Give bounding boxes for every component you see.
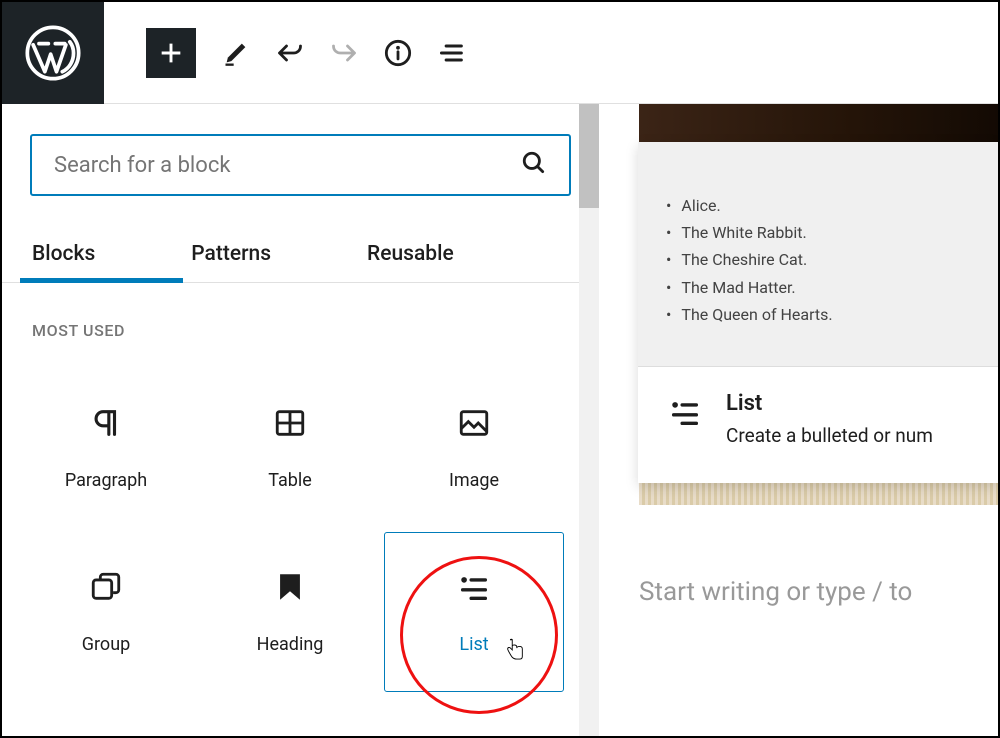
heading-icon [273, 570, 307, 608]
list-item: The Queen of Hearts. [666, 301, 970, 328]
block-heading[interactable]: Heading [200, 532, 380, 692]
block-list[interactable]: List [384, 532, 564, 692]
scrollbar-thumb[interactable] [579, 104, 599, 208]
list-icon [457, 570, 491, 608]
tab-blocks[interactable]: Blocks [32, 232, 95, 282]
list-item: The White Rabbit. [666, 219, 970, 246]
list-item: The Mad Hatter. [666, 274, 970, 301]
block-label: List [459, 634, 488, 655]
block-label: Table [268, 470, 312, 491]
tab-reusable[interactable]: Reusable [367, 232, 454, 282]
editor-canvas: Alice. The White Rabbit. The Cheshire Ca… [599, 104, 998, 736]
canvas-image-strip [639, 104, 998, 142]
preview-list: Alice. The White Rabbit. The Cheshire Ca… [638, 142, 998, 366]
canvas-texture-strip [639, 483, 998, 505]
block-label: Group [82, 634, 130, 655]
block-label: Image [449, 470, 499, 491]
section-heading: MOST USED [32, 321, 569, 340]
canvas-placeholder[interactable]: Start writing or type / to [639, 577, 998, 607]
list-item: Alice. [666, 192, 970, 219]
editor-toolbar [2, 2, 998, 104]
edit-mode-button[interactable] [222, 39, 250, 67]
block-group[interactable]: Group [16, 532, 196, 692]
preview-title: List [726, 391, 933, 416]
tab-patterns[interactable]: Patterns [191, 232, 271, 282]
add-block-button[interactable] [146, 28, 196, 78]
redo-button [330, 39, 358, 67]
block-paragraph[interactable]: Paragraph [16, 368, 196, 528]
list-item: The Cheshire Cat. [666, 246, 970, 273]
block-table[interactable]: Table [200, 368, 380, 528]
preview-description: Create a bulleted or num [726, 424, 933, 447]
search-icon [521, 150, 547, 180]
block-preview-card: Alice. The White Rabbit. The Cheshire Ca… [638, 142, 998, 483]
wordpress-logo[interactable] [2, 2, 104, 104]
block-image[interactable]: Image [384, 368, 564, 528]
table-icon [273, 406, 307, 444]
undo-button[interactable] [276, 39, 304, 67]
block-label: Paragraph [65, 470, 147, 491]
outline-button[interactable] [438, 39, 466, 67]
inserter-tabs: Blocks Patterns Reusable [2, 232, 599, 283]
paragraph-icon [89, 406, 123, 444]
image-icon [457, 406, 491, 444]
block-label: Heading [257, 634, 324, 655]
info-button[interactable] [384, 39, 412, 67]
list-icon [668, 391, 702, 433]
block-grid: Paragraph Table Image Group Heading [16, 368, 585, 692]
group-icon [89, 570, 123, 608]
search-input[interactable] [54, 153, 521, 178]
block-inserter-panel: Blocks Patterns Reusable MOST USED Parag… [2, 104, 599, 736]
search-input-wrap[interactable] [30, 134, 571, 196]
